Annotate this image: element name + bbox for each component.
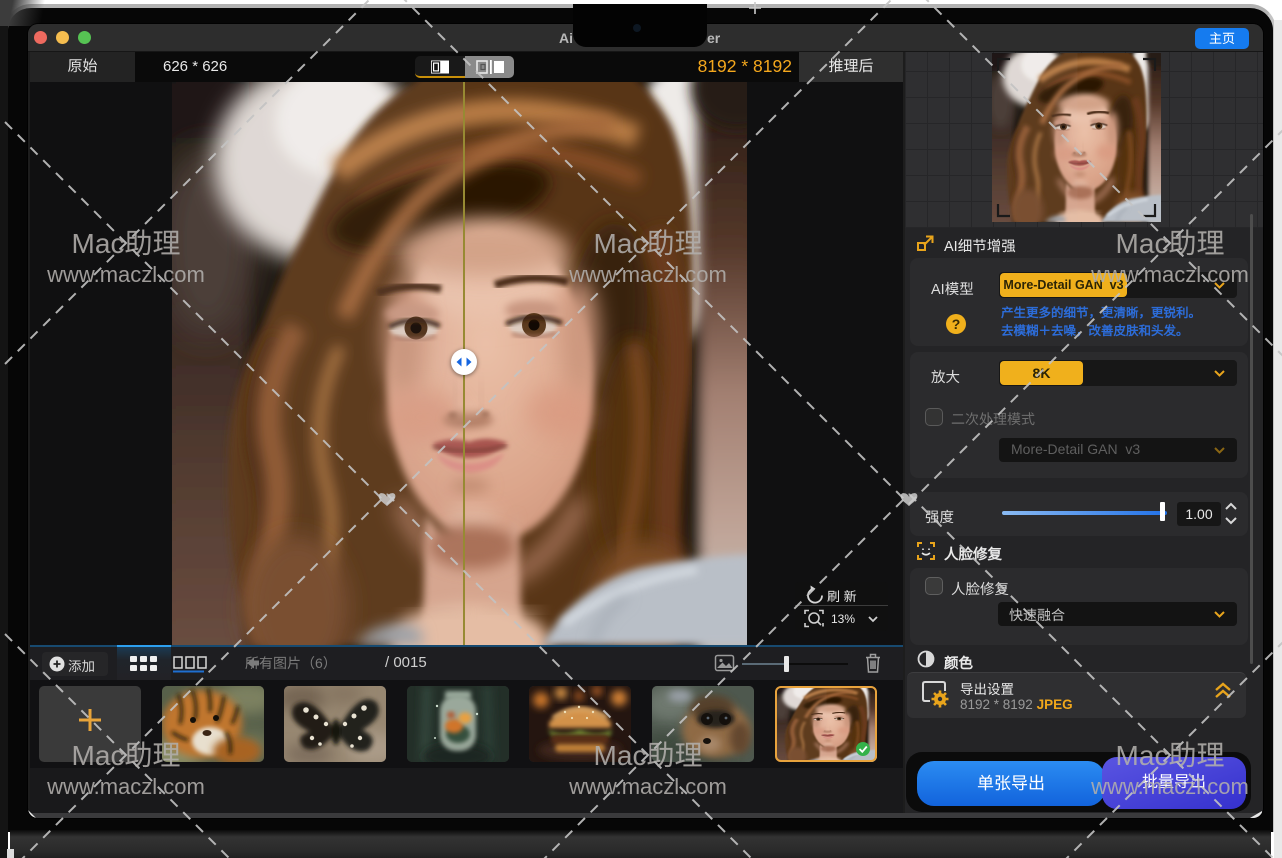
svg-text:Mac助理: Mac助理	[72, 740, 181, 771]
svg-text:www.maczl.com: www.maczl.com	[46, 262, 205, 287]
svg-text:Mac助理: Mac助理	[1116, 740, 1225, 771]
svg-text:Mac助理: Mac助理	[594, 228, 703, 259]
svg-text:www.maczl.com: www.maczl.com	[1090, 262, 1249, 287]
svg-text:Mac助理: Mac助理	[594, 740, 703, 771]
svg-text:www.maczl.com: www.maczl.com	[568, 774, 727, 799]
svg-text:www.maczl.com: www.maczl.com	[1090, 774, 1249, 799]
svg-text:Mac助理: Mac助理	[72, 228, 181, 259]
svg-text:Mac助理: Mac助理	[1116, 228, 1225, 259]
svg-text:www.maczl.com: www.maczl.com	[568, 262, 727, 287]
svg-text:www.maczl.com: www.maczl.com	[46, 774, 205, 799]
